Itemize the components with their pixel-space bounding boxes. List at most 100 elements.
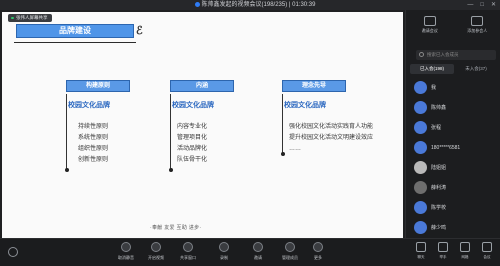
slide-title: 品牌建设: [59, 26, 91, 35]
avatar: [414, 161, 427, 174]
list-item[interactable]: 薛少鸣: [406, 218, 500, 238]
meeting-toolbar: 取消静音 开启视频 共享窗口 录制 邀请 管理成员 更多 聊天 举手 网格 会议: [0, 238, 500, 266]
hand-icon: [438, 242, 448, 252]
meeting-title: 陈帅鑫发起的视频会议(198/235) | 01:30:39: [170, 0, 340, 10]
raise-hand-button[interactable]: 举手: [436, 242, 450, 260]
list-item[interactable]: 陈学校: [406, 198, 500, 218]
microphone-icon: [121, 242, 131, 252]
column-head: 构建原则: [66, 80, 130, 92]
list-item: ……: [289, 146, 301, 152]
avatar: [414, 221, 427, 234]
column-subtitle: 校园文化品牌: [68, 102, 110, 109]
camera-icon: [151, 242, 161, 252]
add-member-button[interactable]: 添加参会人: [457, 14, 497, 46]
mute-button[interactable]: 取消静音: [112, 242, 140, 261]
add-user-icon: [253, 242, 263, 252]
list-item[interactable]: 我: [406, 78, 500, 98]
maximize-button[interactable]: □: [480, 0, 484, 10]
column-connotation: 内涵 校园文化品牌 内容专业化 管理项目化 活动品牌化 队伍骨干化: [168, 80, 234, 172]
list-item: 队伍骨干化: [177, 157, 208, 163]
avatar: [414, 201, 427, 214]
list-item: 管理项目化: [177, 135, 208, 141]
chat-button[interactable]: 聊天: [414, 242, 428, 260]
share-screen-icon: [183, 242, 193, 252]
list-item: 组织性原则: [78, 146, 109, 152]
meeting-info-button[interactable]: 会议: [480, 242, 494, 260]
chat-icon: [416, 242, 426, 252]
list-item: 创新性原则: [78, 157, 109, 163]
search-placeholder: 搜索已入会成员: [427, 52, 459, 57]
grid-icon: [460, 242, 470, 252]
record-label: 录制: [220, 255, 228, 260]
column-dot: [280, 152, 285, 156]
list-item: 活动品牌化: [177, 146, 208, 152]
more-button[interactable]: 更多: [304, 242, 332, 261]
avatar: [414, 181, 427, 194]
tab-joined[interactable]: 已入会(198): [410, 64, 454, 74]
grid-view-button[interactable]: 网格: [458, 242, 472, 260]
raise-hand-label: 举手: [439, 255, 447, 259]
invite-icon: [423, 16, 436, 26]
column-principles: 构建原则 校园文化品牌 持续性原则 系统性原则 组织性原则 创新性原则: [64, 80, 130, 172]
column-line: [66, 94, 67, 170]
column-line: [282, 94, 283, 154]
invite-toolbar-button[interactable]: 邀请: [244, 242, 272, 261]
column-line: [170, 94, 171, 170]
tab-not-joined[interactable]: 未入会(37): [454, 64, 498, 74]
column-dot: [168, 168, 173, 172]
title-bar: 陈帅鑫发起的视频会议(198/235) | 01:30:39 — □ ✕: [0, 0, 500, 10]
avatar: [414, 141, 427, 154]
participant-list: 我 陈帅鑫 张程 180*****6581 陆姐姐 薛利涛 陈学校 薛少鸣: [406, 78, 500, 238]
info-icon[interactable]: [8, 247, 18, 257]
video-label: 开启视频: [148, 255, 164, 260]
member-search-input[interactable]: 搜索已入会成员: [416, 50, 496, 60]
list-item[interactable]: 陆姐姐: [406, 158, 500, 178]
record-button[interactable]: 录制: [210, 242, 238, 261]
participant-name: 陈帅鑫: [431, 105, 447, 111]
list-item[interactable]: 张程: [406, 118, 500, 138]
mute-label: 取消静音: [118, 255, 134, 260]
list-item[interactable]: 180*****6581: [406, 138, 500, 158]
add-member-label: 添加参会人: [467, 28, 488, 33]
avatar: [414, 121, 427, 134]
manage-members-button[interactable]: 管理成员: [276, 242, 304, 261]
more-label: 更多: [314, 255, 322, 260]
video-button[interactable]: 开启视频: [142, 242, 170, 261]
invite-label: 邀请会议: [421, 28, 438, 33]
close-button[interactable]: ✕: [491, 0, 496, 10]
participant-name: 陆姐姐: [431, 165, 447, 171]
column-head: 内涵: [170, 80, 234, 92]
manage-members-label: 管理成员: [282, 255, 298, 260]
participant-name: 我: [431, 85, 437, 91]
record-icon: [219, 242, 229, 252]
list-item: 强化校园文化活动实践育人功能: [289, 124, 374, 130]
add-user-icon: [471, 16, 484, 26]
share-button[interactable]: 共享窗口: [174, 242, 202, 261]
column-dot: [64, 168, 69, 172]
minimize-button[interactable]: —: [467, 0, 473, 10]
list-item[interactable]: 薛利涛: [406, 178, 500, 198]
avatar: [414, 81, 427, 94]
members-panel: 邀请会议 添加参会人 搜索已入会成员 已入会(198) 未入会(37) 我 陈帅…: [405, 10, 500, 238]
share-label: 共享窗口: [180, 255, 196, 260]
sharing-dot-icon: [11, 16, 14, 20]
participant-name: 张程: [431, 125, 442, 131]
meeting-title-text: 陈帅鑫发起的视频会议(198/235) | 01:30:39: [201, 2, 316, 8]
title-decoration-icon: ℰ: [136, 25, 143, 37]
chat-label: 聊天: [417, 255, 425, 259]
members-icon: [285, 242, 295, 252]
participant-name: 薛利涛: [431, 185, 447, 191]
invite-toolbar-label: 邀请: [254, 255, 262, 260]
participant-name: 薛少鸣: [431, 225, 447, 231]
avatar: [414, 101, 427, 114]
meeting-icon: [482, 242, 492, 252]
member-tabs: 已入会(198) 未入会(37): [410, 64, 498, 74]
screen-share-badge[interactable]: 张伟人屏幕共享: [8, 14, 52, 22]
list-item[interactable]: 陈帅鑫: [406, 98, 500, 118]
invite-button[interactable]: 邀请会议: [410, 14, 450, 46]
column-subtitle: 校园文化品牌: [172, 102, 214, 109]
shield-icon: [194, 1, 200, 7]
participant-name: 180*****6581: [431, 145, 461, 151]
grid-label: 网格: [461, 255, 469, 259]
column-head: 理念先导: [282, 80, 346, 92]
